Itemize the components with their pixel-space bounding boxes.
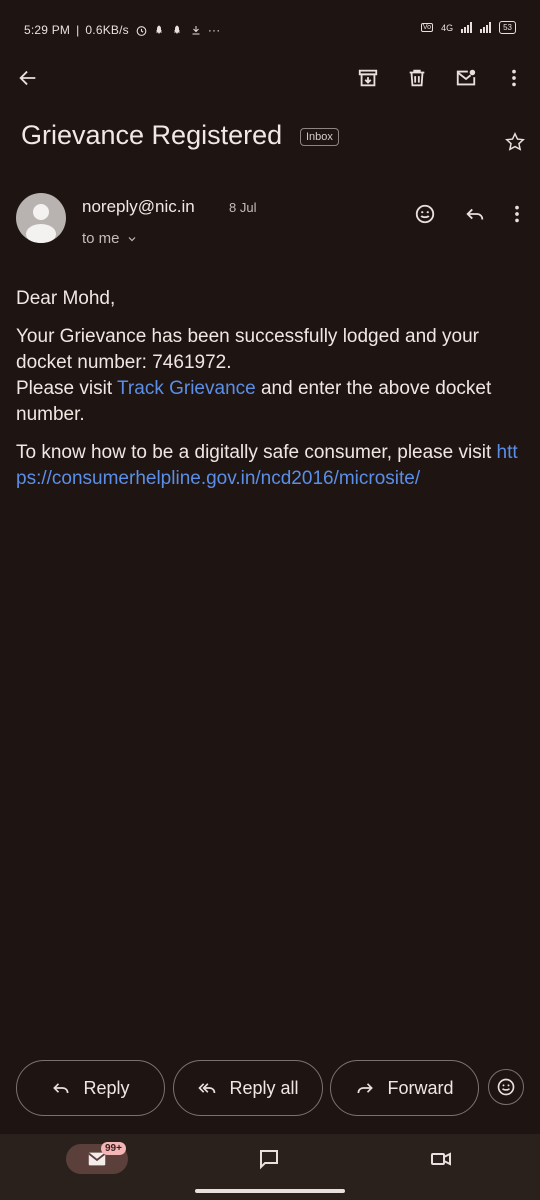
emoji-icon [415, 204, 435, 224]
forward-label: Forward [387, 1077, 454, 1098]
status-net-speed: 0.6KB/s [85, 23, 129, 37]
email-subject: Grievance Registered [21, 120, 283, 150]
status-time: 5:29 PM [24, 23, 71, 37]
inbox-label-chip[interactable]: Inbox [300, 128, 339, 146]
alarm-icon [136, 25, 147, 36]
trash-icon [409, 69, 425, 87]
chevron-down-icon [128, 236, 135, 241]
sender-avatar[interactable] [16, 193, 66, 243]
chat-icon [260, 1150, 278, 1170]
status-more-dots: ··· [207, 23, 221, 37]
track-grievance-link[interactable]: Track Grievance [117, 378, 256, 399]
reply-label: Reply [83, 1077, 130, 1098]
sender-address[interactable]: noreply@nic.in [82, 197, 195, 217]
more-options-button[interactable] [494, 58, 534, 98]
visit-prefix: Please visit [16, 378, 118, 399]
nav-chat-tab[interactable] [256, 1146, 282, 1172]
reply-all-icon [198, 1083, 216, 1094]
body-paragraph-1: Your Grievance has been successfully lod… [16, 324, 526, 428]
volte-icon: Vo [420, 23, 434, 32]
battery-icon: 53 [499, 21, 516, 34]
archive-button[interactable] [348, 58, 388, 98]
mark-unread-button[interactable] [446, 58, 486, 98]
reply-all-label: Reply all [229, 1077, 299, 1098]
network-type: 4G [441, 22, 454, 33]
status-left: 5:29 PM | 0.6KB/s ··· [24, 23, 220, 37]
video-camera-icon [431, 1152, 451, 1166]
person-icon [26, 204, 56, 243]
docket-text: Your Grievance has been successfully lod… [16, 326, 479, 373]
home-indicator[interactable] [195, 1189, 345, 1193]
emoji-reaction-button[interactable] [488, 1069, 524, 1105]
safe-consumer-text: To know how to be a digitally safe consu… [16, 442, 497, 463]
reply-icon [53, 1083, 69, 1094]
email-date: 8 Jul [229, 200, 257, 215]
more-vert-icon [512, 69, 516, 87]
arrow-left-icon [19, 70, 36, 86]
star-button[interactable] [495, 122, 535, 162]
download-icon [192, 26, 200, 35]
signal-icon [461, 22, 473, 33]
status-divider: | [76, 23, 80, 37]
status-bar: 5:29 PM | 0.6KB/s ··· Vo 4G 53 [0, 0, 540, 60]
reply-button[interactable]: Reply [16, 1060, 165, 1116]
greeting: Dear Mohd, [16, 288, 116, 309]
mark-unread-icon [456, 69, 476, 86]
delete-button[interactable] [397, 58, 437, 98]
snapchat-icon-2 [173, 25, 180, 34]
snapchat-icon [155, 25, 162, 34]
nav-meet-tab[interactable] [428, 1146, 454, 1172]
recipient-details-toggle[interactable]: to me [82, 230, 138, 247]
more-vert-icon [515, 205, 519, 223]
add-reaction-button[interactable] [405, 194, 445, 234]
status-right: Vo 4G 53 [420, 21, 516, 34]
mail-unread-badge: 99+ [101, 1142, 126, 1155]
reply-icon-button[interactable] [455, 194, 495, 234]
recipient-label: to me [82, 230, 120, 247]
forward-icon [357, 1083, 374, 1094]
forward-button[interactable]: Forward [330, 1060, 479, 1116]
emoji-icon [497, 1078, 515, 1096]
reply-icon [466, 208, 484, 220]
reply-all-button[interactable]: Reply all [173, 1060, 323, 1116]
back-button[interactable] [8, 58, 48, 98]
email-body: Dear Mohd, Your Grievance has been succe… [16, 286, 526, 504]
star-icon [505, 132, 525, 151]
signal-icon-2 [480, 22, 492, 33]
action-row: Reply Reply all Forward [16, 1060, 526, 1118]
archive-icon [358, 69, 378, 87]
body-paragraph-2: To know how to be a digitally safe consu… [16, 440, 526, 492]
message-more-button[interactable] [497, 194, 537, 234]
